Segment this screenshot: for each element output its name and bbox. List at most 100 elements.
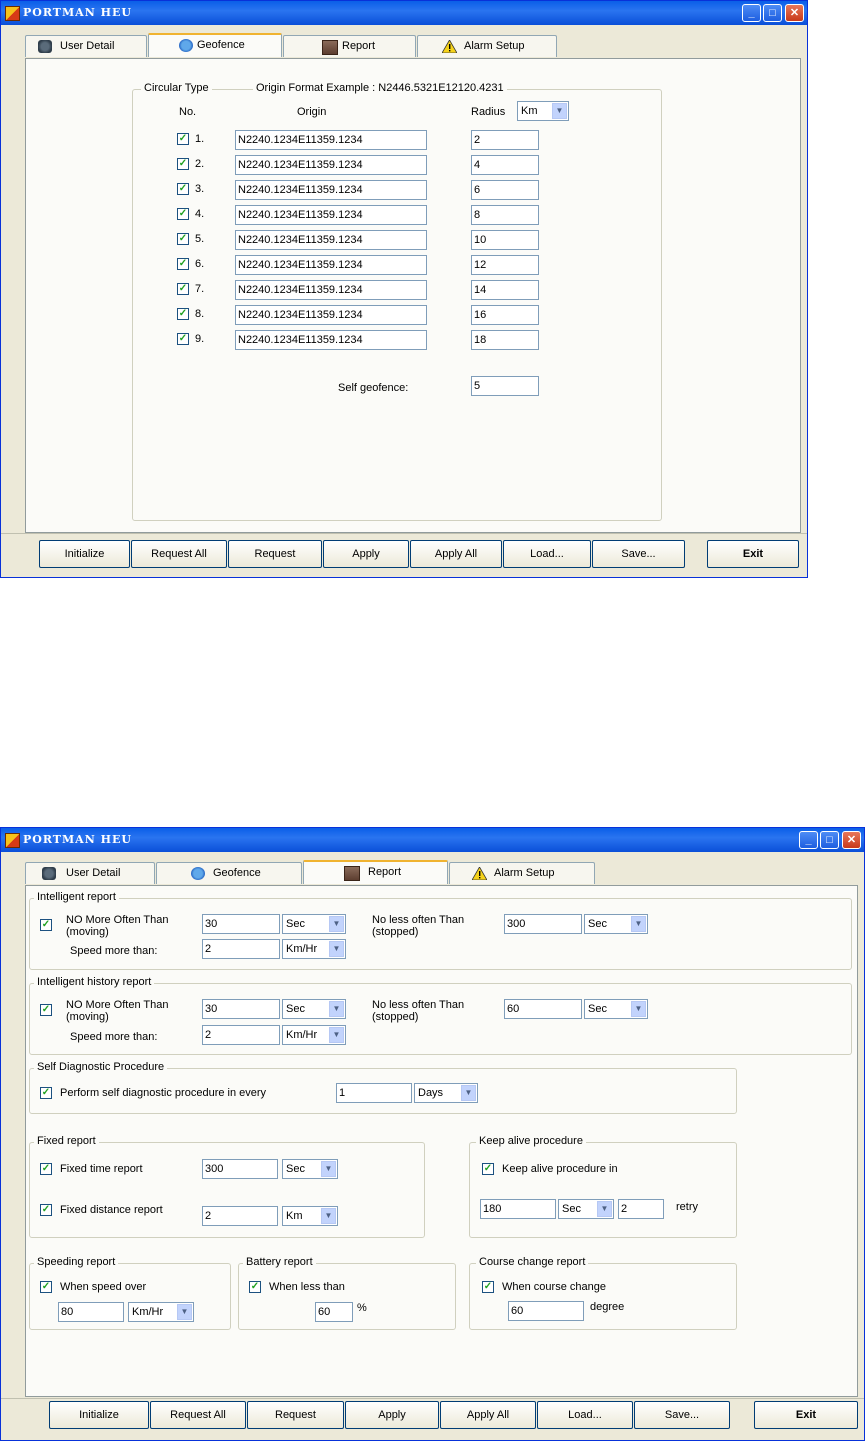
geofence-row-checkbox[interactable]: ✓ [177,333,189,345]
intelligent-nlot-unit-select[interactable]: Sec ▼ [584,914,648,934]
tab-geofence[interactable]: Geofence [156,862,302,884]
request-all-button[interactable]: Request All [150,1401,246,1429]
speeding-unit-select[interactable]: Km/Hr ▼ [128,1302,194,1322]
history-nlot-label: No less often Than (stopped) [372,999,465,1023]
title-bar[interactable]: PORTMAN HEU _ □ ✕ [1,828,864,852]
apply-button[interactable]: Apply [345,1401,439,1429]
geofence-origin-input[interactable]: N2240.1234E11359.1234 [235,230,427,250]
geofence-origin-input[interactable]: N2240.1234E11359.1234 [235,130,427,150]
speeding-input[interactable]: 80 [58,1302,124,1322]
self-diagnostic-unit-select[interactable]: Days ▼ [414,1083,478,1103]
fixed-distance-input[interactable]: 2 [202,1206,278,1226]
intelligent-nlot-input[interactable]: 300 [504,914,582,934]
load-button[interactable]: Load... [537,1401,633,1429]
battery-input[interactable]: 60 [315,1302,353,1322]
intelligent-nmot-unit-select[interactable]: Sec ▼ [282,914,346,934]
globe-icon [191,867,205,880]
geofence-radius-input[interactable]: 12 [471,255,539,275]
save-button[interactable]: Save... [592,540,685,568]
initialize-button[interactable]: Initialize [49,1401,149,1429]
keep-alive-retry-input[interactable]: 2 [618,1199,664,1219]
geofence-radius-input[interactable]: 16 [471,305,539,325]
save-button[interactable]: Save... [634,1401,730,1429]
geofence-row-checkbox[interactable]: ✓ [177,233,189,245]
battery-checkbox[interactable]: ✓ [249,1281,261,1293]
apply-all-button[interactable]: Apply All [410,540,502,568]
maximize-button[interactable]: □ [763,4,782,22]
apply-button[interactable]: Apply [323,540,409,568]
history-nlot-unit-select[interactable]: Sec ▼ [584,999,648,1019]
history-report-title: Intelligent history report [34,976,155,988]
fixed-distance-unit-select[interactable]: Km ▼ [282,1206,338,1226]
history-nmot-input[interactable]: 30 [202,999,280,1019]
geofence-origin-input[interactable]: N2240.1234E11359.1234 [235,330,427,350]
history-speed-unit-select[interactable]: Km/Hr ▼ [282,1025,346,1045]
fixed-time-checkbox[interactable]: ✓ [40,1163,52,1175]
radius-unit-select[interactable]: Km ▼ [517,101,569,121]
course-change-checkbox[interactable]: ✓ [482,1281,494,1293]
fixed-distance-checkbox[interactable]: ✓ [40,1204,52,1216]
geofence-row-checkbox[interactable]: ✓ [177,258,189,270]
geofence-radius-input[interactable]: 2 [471,130,539,150]
close-button[interactable]: ✕ [785,4,804,22]
fixed-time-unit-select[interactable]: Sec ▼ [282,1159,338,1179]
geofence-row-checkbox[interactable]: ✓ [177,158,189,170]
request-all-button[interactable]: Request All [131,540,227,568]
self-diagnostic-label: Perform self diagnostic procedure in eve… [60,1087,267,1099]
course-change-input[interactable]: 60 [508,1301,584,1321]
geofence-radius-input[interactable]: 4 [471,155,539,175]
apply-all-button[interactable]: Apply All [440,1401,536,1429]
request-button[interactable]: Request [228,540,322,568]
tab-alarm-setup[interactable]: Alarm Setup [417,35,557,57]
geofence-row-checkbox[interactable]: ✓ [177,133,189,145]
geofence-row-checkbox[interactable]: ✓ [177,283,189,295]
keep-alive-unit-select[interactable]: Sec ▼ [558,1199,614,1219]
tab-alarm-setup[interactable]: Alarm Setup [449,862,595,884]
speeding-checkbox[interactable]: ✓ [40,1281,52,1293]
exit-button[interactable]: Exit [707,540,799,568]
load-button[interactable]: Load... [503,540,591,568]
geofence-origin-input[interactable]: N2240.1234E11359.1234 [235,280,427,300]
history-speed-input[interactable]: 2 [202,1025,280,1045]
geofence-row-checkbox[interactable]: ✓ [177,183,189,195]
history-report-checkbox[interactable]: ✓ [40,1004,52,1016]
self-diagnostic-checkbox[interactable]: ✓ [40,1087,52,1099]
geofence-radius-input[interactable]: 8 [471,205,539,225]
geofence-origin-input[interactable]: N2240.1234E11359.1234 [235,205,427,225]
request-button[interactable]: Request [247,1401,344,1429]
geofence-radius-input[interactable]: 18 [471,330,539,350]
geofence-radius-input[interactable]: 14 [471,280,539,300]
title-bar[interactable]: PORTMAN HEU _ □ ✕ [1,1,807,25]
geofence-origin-input[interactable]: N2240.1234E11359.1234 [235,180,427,200]
geofence-radius-input[interactable]: 10 [471,230,539,250]
tab-user-detail[interactable]: User Detail [25,35,147,57]
close-button[interactable]: ✕ [842,831,861,849]
maximize-button[interactable]: □ [820,831,839,849]
geofence-radius-input[interactable]: 6 [471,180,539,200]
intelligent-report-title: Intelligent report [34,891,119,903]
minimize-button[interactable]: _ [742,4,761,22]
geofence-origin-input[interactable]: N2240.1234E11359.1234 [235,155,427,175]
history-nlot-input[interactable]: 60 [504,999,582,1019]
keep-alive-input[interactable]: 180 [480,1199,556,1219]
minimize-button[interactable]: _ [799,831,818,849]
geofence-origin-input[interactable]: N2240.1234E11359.1234 [235,305,427,325]
history-nmot-unit-select[interactable]: Sec ▼ [282,999,346,1019]
fixed-time-input[interactable]: 300 [202,1159,278,1179]
intelligent-speed-input[interactable]: 2 [202,939,280,959]
intelligent-nmot-input[interactable]: 30 [202,914,280,934]
geofence-row-checkbox[interactable]: ✓ [177,308,189,320]
exit-button[interactable]: Exit [754,1401,858,1429]
tab-user-detail[interactable]: User Detail [25,862,155,884]
tab-report[interactable]: Report [303,860,448,884]
geofence-row-checkbox[interactable]: ✓ [177,208,189,220]
tab-geofence[interactable]: Geofence [148,33,282,57]
intelligent-report-checkbox[interactable]: ✓ [40,919,52,931]
intelligent-speed-unit-select[interactable]: Km/Hr ▼ [282,939,346,959]
self-diagnostic-input[interactable]: 1 [336,1083,412,1103]
keep-alive-checkbox[interactable]: ✓ [482,1163,494,1175]
initialize-button[interactable]: Initialize [39,540,130,568]
tab-report[interactable]: Report [283,35,416,57]
geofence-origin-input[interactable]: N2240.1234E11359.1234 [235,255,427,275]
self-geofence-input[interactable]: 5 [471,376,539,396]
